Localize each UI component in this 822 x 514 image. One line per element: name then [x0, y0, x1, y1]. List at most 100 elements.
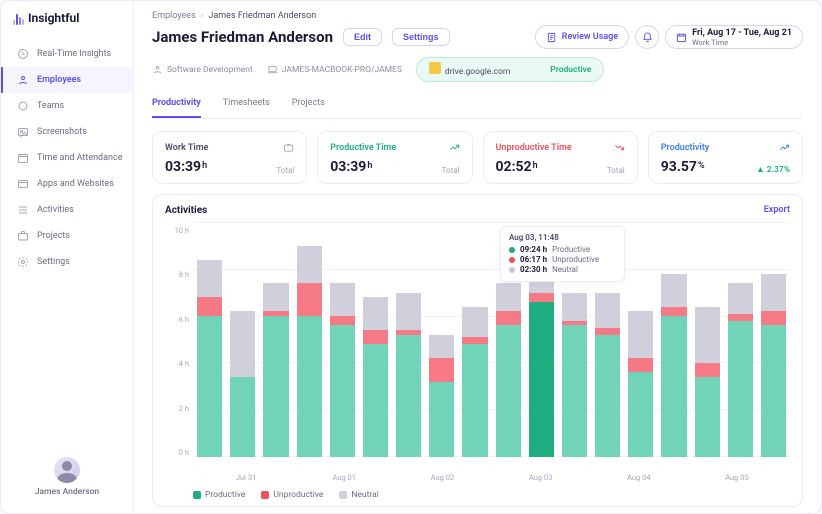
team-icon — [152, 64, 163, 75]
laptop-icon — [267, 64, 278, 75]
user-icon — [17, 74, 29, 86]
tab-projects[interactable]: Projects — [292, 92, 325, 118]
sidebar-item-projects[interactable]: Projects — [1, 223, 133, 249]
breadcrumb-parent[interactable]: Employees — [152, 11, 196, 21]
stat-cards: Work Time 03:39h Total Productive Time 0… — [152, 131, 803, 184]
app-icon — [429, 62, 441, 74]
chart-plot: Aug 03, 11:4809:24 hProductive06:17 hUnp… — [193, 222, 790, 471]
main: Employees › James Friedman Anderson Jame… — [134, 1, 821, 513]
trend-down-icon — [614, 142, 625, 153]
settings-button[interactable]: Settings — [392, 28, 450, 46]
chart-bar[interactable] — [728, 222, 753, 457]
tabs: Productivity Timesheets Projects — [152, 92, 803, 119]
sidebar-item-real-time-insights[interactable]: Real-Time Insights — [1, 41, 133, 67]
sidebar-item-label: Screenshots — [37, 127, 87, 137]
list-icon — [17, 204, 29, 216]
legend-item-unproductive: Unproductive — [261, 490, 323, 500]
chart-bar[interactable] — [661, 222, 686, 457]
chevron-right-icon: › — [201, 11, 204, 21]
chart-bar[interactable] — [297, 222, 322, 457]
chart-legend: Productive Unproductive Neutral — [165, 490, 790, 500]
tab-productivity[interactable]: Productivity — [152, 92, 201, 118]
brand-logo: Insightful — [1, 11, 133, 37]
tab-timesheets[interactable]: Timesheets — [223, 92, 270, 118]
stat-label: Productive Time — [330, 143, 396, 153]
sidebar-item-settings[interactable]: Settings — [1, 249, 133, 275]
x-tick: Aug 04 — [590, 473, 688, 482]
chart-bar[interactable] — [429, 222, 454, 457]
x-tick: Aug 03 — [492, 473, 590, 482]
sidebar-nav: Real-Time Insights Employees Teams Screensh… — [1, 37, 133, 279]
sidebar-item-activities[interactable]: Activities — [1, 197, 133, 223]
activities-card: Activities Export 10 h8 h6 h4 h2 h0 h Au… — [152, 194, 803, 507]
brand-name: Insightful — [28, 11, 79, 25]
sidebar-footer: James Anderson — [1, 449, 133, 505]
chart-bars — [193, 222, 790, 457]
notifications-button[interactable] — [635, 25, 659, 49]
stat-label: Productivity — [661, 143, 709, 153]
sidebar-item-employees[interactable]: Employees — [1, 67, 133, 93]
sidebar-item-teams[interactable]: Teams — [1, 93, 133, 119]
chart-y-axis: 10 h8 h6 h4 h2 h0 h — [165, 222, 189, 471]
stat-value: 03:39 — [165, 159, 201, 175]
chart-bar[interactable] — [396, 222, 421, 457]
sidebar-item-label: Apps and Websites — [37, 179, 114, 189]
gear-icon — [17, 256, 29, 268]
team-meta: Software Development — [152, 64, 253, 75]
activity-status: Productive — [550, 65, 591, 75]
stat-value: 02:52 — [496, 159, 532, 175]
window-icon — [17, 178, 29, 190]
stat-card-unproductive-time: Unproductive Time 02:52h Total — [483, 131, 638, 184]
sidebar-item-time-and-attendance[interactable]: Time and Attendance — [1, 145, 133, 171]
breadcrumb: Employees › James Friedman Anderson — [152, 11, 803, 21]
date-range-picker[interactable]: Fri, Aug 17 - Tue, Aug 21 Work Time — [665, 25, 803, 49]
chart-bar[interactable] — [462, 222, 487, 457]
avatar[interactable] — [54, 457, 80, 483]
review-usage-button[interactable]: Review Usage — [535, 25, 629, 49]
chart-bar[interactable] — [197, 222, 222, 457]
stat-sub: Total — [442, 166, 460, 175]
sidebar-item-apps-and-websites[interactable]: Apps and Websites — [1, 171, 133, 197]
chart-bar[interactable] — [330, 222, 355, 457]
legend-item-neutral: Neutral — [339, 490, 378, 500]
chart-tooltip: Aug 03, 11:4809:24 hProductive06:17 hUnp… — [500, 226, 625, 282]
edit-button[interactable]: Edit — [343, 28, 382, 46]
sidebar-item-label: Projects — [37, 231, 70, 241]
chart-bar[interactable] — [230, 222, 255, 457]
legend-item-productive: Productive — [193, 490, 245, 500]
stat-label: Unproductive Time — [496, 143, 572, 153]
chart-bar[interactable] — [263, 222, 288, 457]
clock-icon — [17, 48, 29, 60]
device-meta: JAMES-MACBOOK-PRO/JAMES — [267, 64, 402, 75]
circle-icon — [17, 100, 29, 112]
logo-mark-icon — [13, 11, 24, 25]
activities-title: Activities — [165, 205, 207, 216]
stat-sub: Total — [276, 166, 294, 175]
chart-bar[interactable] — [363, 222, 388, 457]
sidebar-user-name: James Anderson — [35, 487, 99, 497]
x-tick: Aug 05 — [688, 473, 786, 482]
sidebar-item-label: Settings — [37, 257, 70, 267]
sidebar-item-label: Time and Attendance — [37, 153, 122, 163]
x-tick: Aug 02 — [393, 473, 491, 482]
chart-bar[interactable] — [695, 222, 720, 457]
header-toolbar: Review Usage Fri, Aug 17 - Tue, Aug 21 W… — [535, 25, 803, 49]
document-icon — [546, 32, 557, 43]
x-tick: Jul 31 — [197, 473, 295, 482]
bell-icon — [642, 32, 653, 43]
sidebar-item-label: Real-Time Insights — [37, 49, 111, 59]
stat-label: Work Time — [165, 143, 208, 153]
calendar-icon — [17, 152, 29, 164]
stat-card-productivity: Productivity 93.57% ▲ 2.37% — [648, 131, 803, 184]
sidebar-item-label: Employees — [37, 75, 81, 85]
stat-trend: ▲ 2.37% — [756, 164, 790, 175]
export-button[interactable]: Export — [764, 205, 790, 216]
x-tick: Aug 01 — [295, 473, 393, 482]
sidebar-item-screenshots[interactable]: Screenshots — [1, 119, 133, 145]
chart-bar[interactable] — [628, 222, 653, 457]
chart-bar[interactable] — [761, 222, 786, 457]
stat-sub: Total — [607, 166, 625, 175]
page-title: James Friedman Anderson — [152, 28, 333, 46]
briefcase-icon — [283, 142, 294, 153]
current-activity-badge: drive.google.com Productive — [416, 57, 604, 82]
